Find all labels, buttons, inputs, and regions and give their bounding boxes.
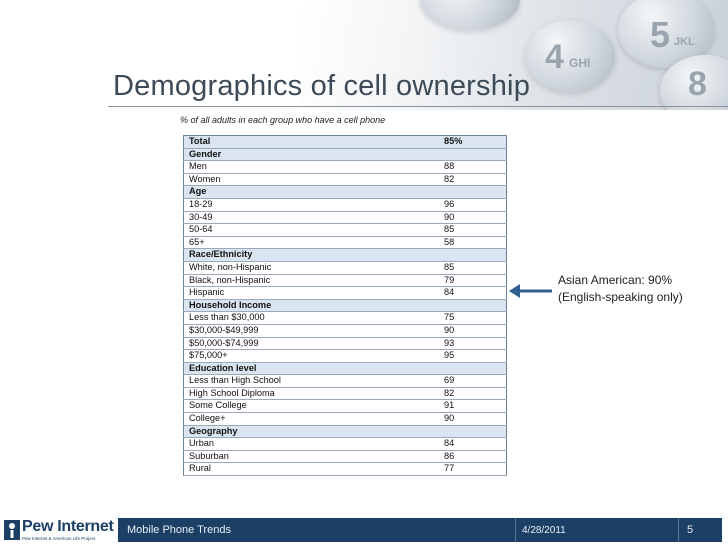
- footer-divider: [678, 518, 679, 542]
- row-label: Urban: [183, 437, 444, 451]
- row-value: 84: [444, 286, 507, 300]
- table-row: Less than $30,000 75: [183, 311, 507, 325]
- section-header-row: Household Income: [183, 299, 507, 313]
- row-label: Some College: [183, 399, 444, 414]
- section-header-row: Geography: [183, 425, 507, 439]
- row-label: 50-64: [183, 223, 444, 237]
- title-divider: [108, 106, 728, 107]
- row-label: Race/Ethnicity: [183, 248, 444, 262]
- table-row: Urban 84: [183, 437, 507, 451]
- row-label: 18-29: [183, 198, 444, 212]
- row-value: 86: [444, 450, 507, 464]
- row-value: 84: [444, 437, 507, 451]
- row-value: 95: [444, 349, 507, 363]
- row-value: 96: [444, 198, 507, 212]
- section-header-row: Gender: [183, 148, 507, 162]
- row-value: [444, 425, 507, 439]
- row-label: Suburban: [183, 450, 444, 464]
- row-label: College+: [183, 412, 444, 426]
- keypad-key-4: 4 GHI: [525, 20, 615, 92]
- row-value: 69: [444, 374, 507, 388]
- table-row: $50,000-$74,999 93: [183, 337, 507, 351]
- row-value: 85: [444, 261, 507, 275]
- row-value: 90: [444, 412, 507, 426]
- table-row: Suburban 86: [183, 450, 507, 464]
- table-row: $75,000+ 95: [183, 349, 507, 363]
- table-caption: % of all adults in each group who have a…: [180, 115, 386, 125]
- row-value: 85: [444, 223, 507, 237]
- keypad-key-left: [420, 0, 520, 30]
- row-value: 91: [444, 399, 507, 414]
- row-value: 90: [444, 211, 507, 225]
- row-value: 82: [444, 173, 507, 187]
- row-label: 65+: [183, 236, 444, 250]
- table-row: 30-49 90: [183, 211, 507, 225]
- row-value: [444, 299, 507, 313]
- row-label: $30,000-$49,999: [183, 324, 444, 338]
- slide-number: 5: [687, 524, 694, 536]
- row-label: Gender: [183, 148, 444, 162]
- row-value: [444, 362, 507, 376]
- pew-internet-logo: Pew Internet: [22, 518, 114, 535]
- demographics-table: Total 85% Gender Men 88 Women 82 Age 18-29 96 30-4…: [183, 135, 507, 477]
- section-header-row: Education level: [183, 362, 507, 376]
- row-label: Less than High School: [183, 374, 444, 388]
- table-row: Black, non-Hispanic 79: [183, 274, 507, 288]
- table-row: High School Diploma 82: [183, 387, 507, 401]
- row-label: Total: [183, 135, 444, 149]
- row-label: Women: [183, 173, 444, 187]
- row-label: 30-49: [183, 211, 444, 225]
- row-value: 77: [444, 462, 507, 477]
- table-row: 65+ 58: [183, 236, 507, 250]
- row-label: Hispanic: [183, 286, 444, 300]
- table-row: Less than High School 69: [183, 374, 507, 388]
- arrow-left-icon: [509, 284, 552, 298]
- table-row: Hispanic 84: [183, 286, 507, 300]
- row-value: 93: [444, 337, 507, 351]
- table-row: Some College 91: [183, 399, 507, 414]
- table-row: Rural 77: [183, 462, 507, 477]
- row-value: 58: [444, 236, 507, 250]
- row-label: Men: [183, 160, 444, 174]
- section-header-row: Age: [183, 185, 507, 199]
- table-row: 18-29 96: [183, 198, 507, 212]
- row-value: 88: [444, 160, 507, 174]
- table-row: Men 88: [183, 160, 507, 174]
- row-label: Black, non-Hispanic: [183, 274, 444, 288]
- row-value: 75: [444, 311, 507, 325]
- note-line-2: (English-speaking only): [558, 290, 683, 304]
- pew-logo-subtitle: Pew Internet & American Life Project: [22, 536, 96, 541]
- row-label: Household Income: [183, 299, 444, 313]
- footer-presentation-title: Mobile Phone Trends: [127, 524, 231, 536]
- row-value: [444, 185, 507, 199]
- row-value: 79: [444, 274, 507, 288]
- table-row: College+ 90: [183, 412, 507, 426]
- row-label: Less than $30,000: [183, 311, 444, 325]
- asian-american-note: Asian American: 90% (English-speaking on…: [558, 272, 683, 306]
- note-line-1: Asian American: 90%: [558, 273, 673, 287]
- row-label: Rural: [183, 462, 444, 477]
- footer-date: 4/28/2011: [522, 525, 566, 536]
- row-value: [444, 248, 507, 262]
- section-header-row: Race/Ethnicity: [183, 248, 507, 262]
- table-row: White, non-Hispanic 85: [183, 261, 507, 275]
- row-label: Age: [183, 185, 444, 199]
- table-row: 50-64 85: [183, 223, 507, 237]
- row-value: 85%: [444, 135, 507, 149]
- pew-logo-icon: [4, 520, 20, 540]
- row-label: Geography: [183, 425, 444, 439]
- row-value: 90: [444, 324, 507, 338]
- row-value: 82: [444, 387, 507, 401]
- footer-divider: [515, 518, 516, 542]
- total-row: Total 85%: [183, 135, 507, 149]
- row-label: $50,000-$74,999: [183, 337, 444, 351]
- row-label: Education level: [183, 362, 444, 376]
- row-label: $75,000+: [183, 349, 444, 363]
- table-row: Women 82: [183, 173, 507, 187]
- slide-title: Demographics of cell ownership: [113, 70, 531, 102]
- row-label: White, non-Hispanic: [183, 261, 444, 275]
- table-row: $30,000-$49,999 90: [183, 324, 507, 338]
- row-label: High School Diploma: [183, 387, 444, 401]
- row-value: [444, 148, 507, 162]
